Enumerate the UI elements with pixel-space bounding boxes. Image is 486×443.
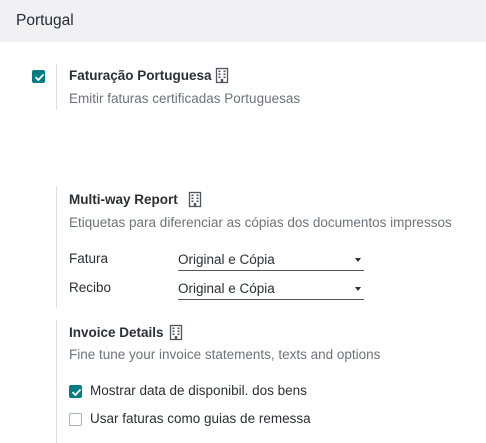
recibo-label: Recibo bbox=[69, 280, 112, 295]
caret-down-icon bbox=[355, 287, 361, 291]
mostrar-data-label[interactable]: Mostrar data de disponibil. dos bens bbox=[90, 383, 307, 398]
faturacao-portuguesa-checkbox[interactable] bbox=[32, 70, 45, 83]
recibo-select-value: Original e Cópia bbox=[178, 281, 275, 296]
setting-divider bbox=[56, 320, 57, 443]
check-icon bbox=[35, 74, 44, 81]
multi-way-report-title: Multi-way Report bbox=[69, 192, 178, 207]
faturacao-portuguesa-description: Emitir faturas certificadas Portuguesas bbox=[69, 91, 301, 106]
caret-down-icon bbox=[355, 258, 361, 262]
setting-divider bbox=[56, 186, 57, 308]
invoice-details-description: Fine tune your invoice statements, texts… bbox=[69, 347, 381, 362]
fatura-label: Fatura bbox=[69, 251, 109, 266]
usar-faturas-checkbox[interactable] bbox=[69, 413, 82, 426]
setting-invoice-details: Invoice Details Fine tune your invoice s… bbox=[0, 312, 486, 443]
building-icon bbox=[169, 324, 183, 346]
multi-way-report-description: Etiquetas para diferenciar as cópias dos… bbox=[69, 215, 452, 230]
setting-divider bbox=[56, 64, 57, 110]
setting-faturacao-portuguesa: Faturação Portuguesa Emitir faturas cert… bbox=[0, 0, 486, 120]
setting-multi-way-report: Multi-way Report Etiquetas para diferenc… bbox=[0, 180, 486, 310]
building-icon bbox=[215, 67, 229, 89]
fatura-select-value: Original e Cópia bbox=[178, 252, 275, 267]
invoice-details-title: Invoice Details bbox=[69, 325, 164, 340]
faturacao-portuguesa-title: Faturação Portuguesa bbox=[69, 68, 212, 83]
building-icon bbox=[188, 191, 202, 213]
fatura-select[interactable]: Original e Cópia bbox=[178, 251, 364, 271]
mostrar-data-checkbox[interactable] bbox=[69, 385, 82, 398]
check-icon bbox=[72, 389, 81, 396]
recibo-select[interactable]: Original e Cópia bbox=[178, 280, 364, 300]
usar-faturas-label[interactable]: Usar faturas como guias de remessa bbox=[90, 411, 311, 426]
